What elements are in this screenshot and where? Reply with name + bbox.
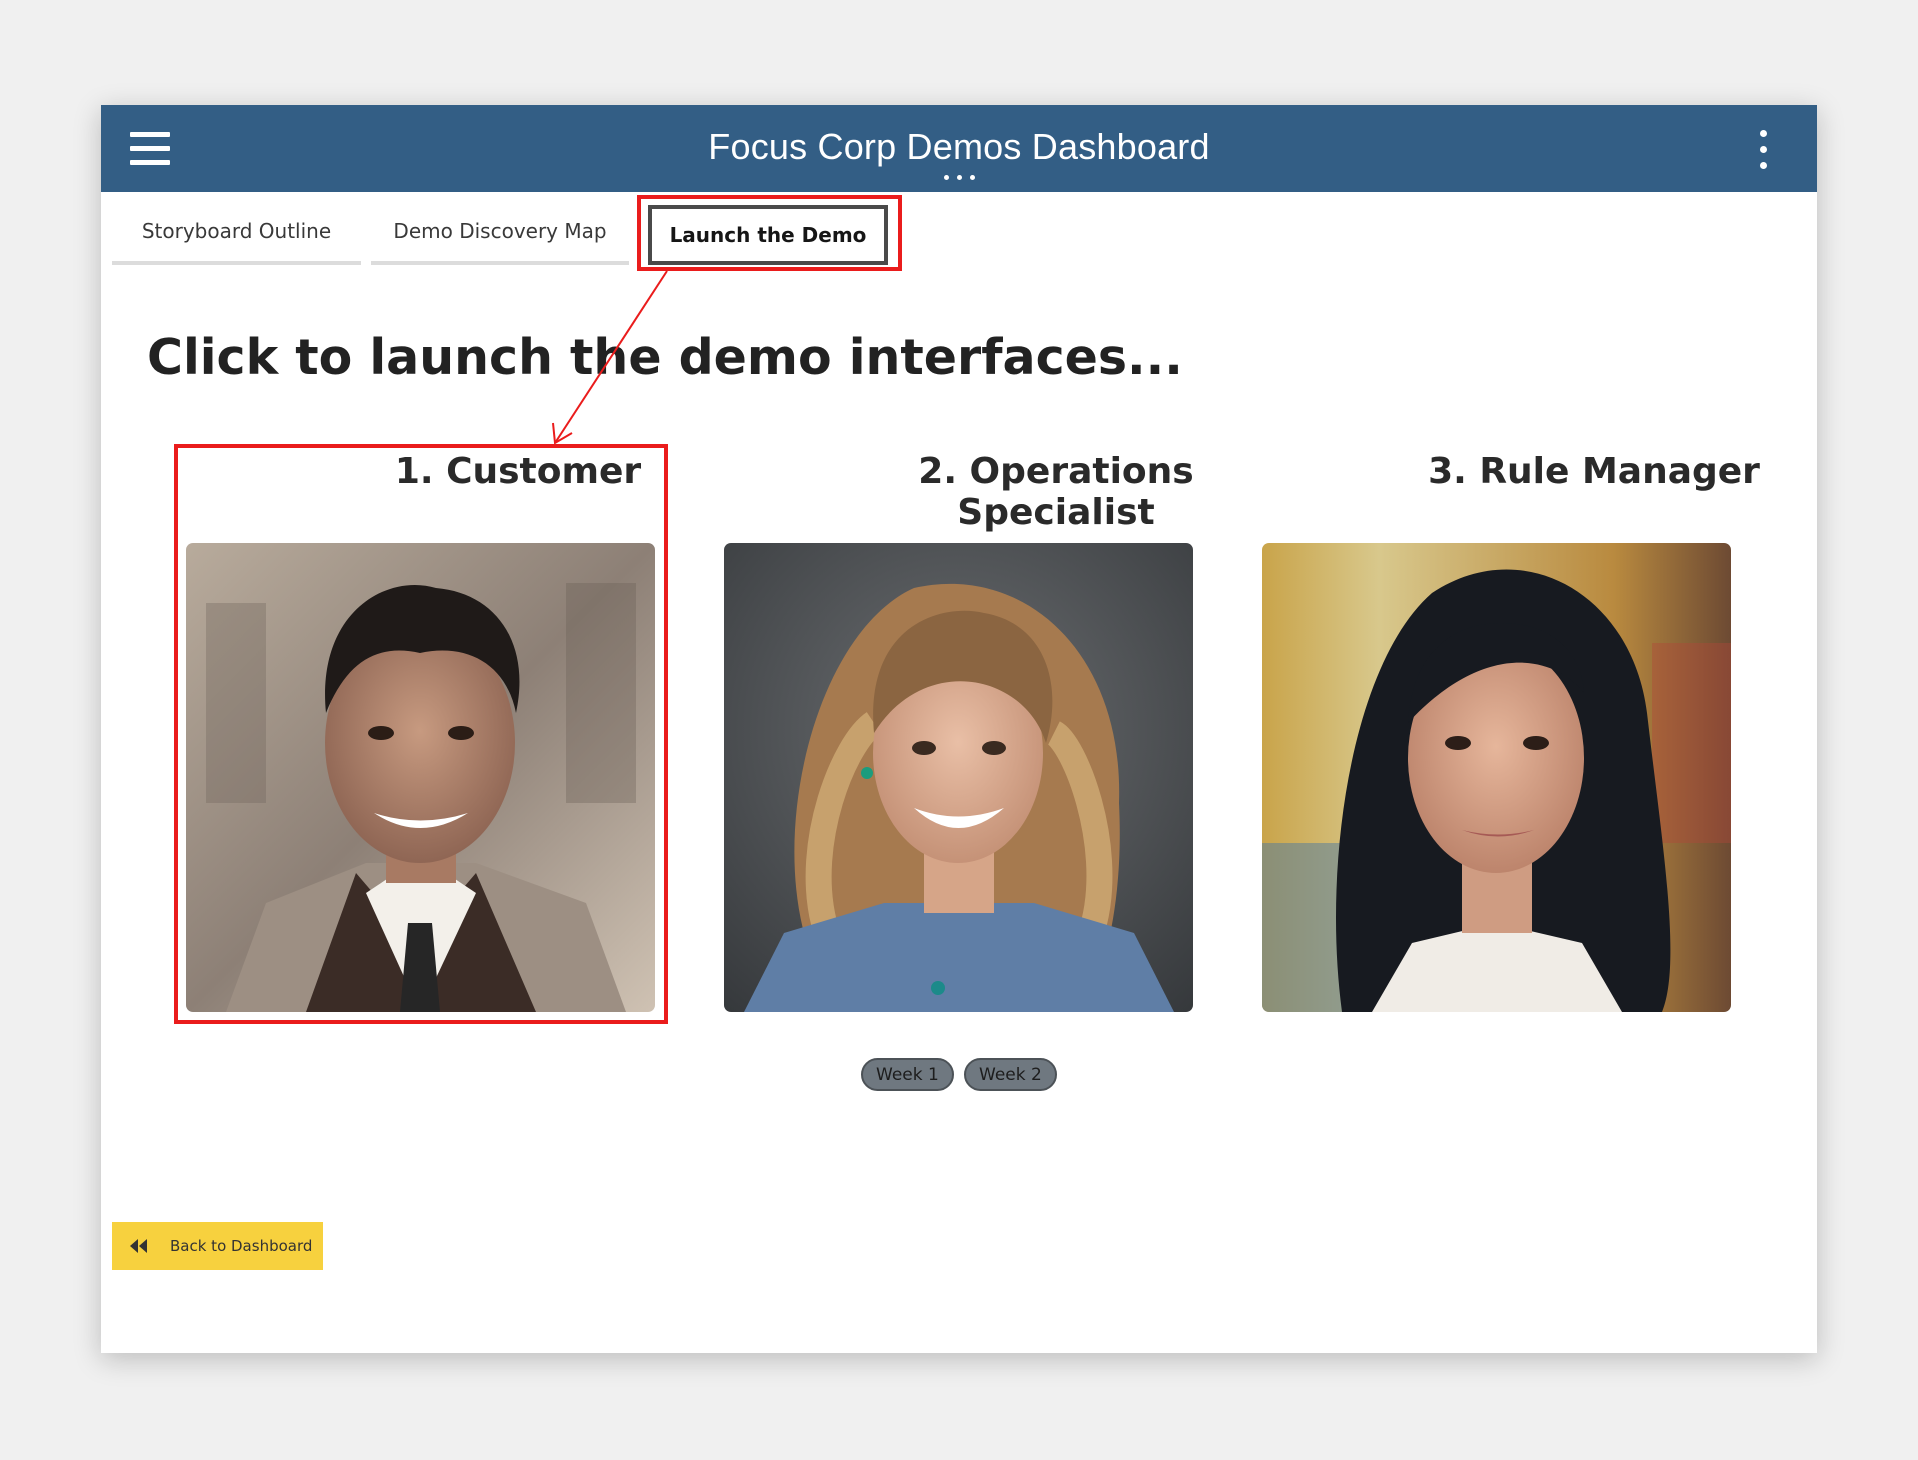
vertical-ellipsis-icon[interactable]: [1755, 130, 1771, 170]
app-header: Focus Corp Demos Dashboard: [101, 105, 1817, 192]
title-dots-icon: [944, 175, 976, 181]
app-title: Focus Corp Demos Dashboard: [708, 126, 1210, 167]
persona-title-rule-manager: 3. Rule Manager: [1428, 451, 1760, 492]
tab-demo-discovery-map[interactable]: Demo Discovery Map: [371, 201, 629, 265]
tab-storyboard-outline[interactable]: Storyboard Outline: [112, 201, 361, 265]
rule-manager-portrait[interactable]: [1262, 543, 1731, 1012]
back-to-dashboard-button[interactable]: Back to Dashboard: [112, 1222, 323, 1270]
customer-portrait[interactable]: [186, 543, 655, 1012]
app-window: Focus Corp Demos Dashboard Storyboard Ou…: [101, 105, 1817, 1353]
chip-week-1[interactable]: Week 1: [861, 1058, 954, 1091]
back-to-dashboard-label: Back to Dashboard: [170, 1237, 313, 1255]
tab-launch-the-demo[interactable]: Launch the Demo: [648, 205, 888, 265]
chip-week-2[interactable]: Week 2: [964, 1058, 1057, 1091]
persona-title-operations-specialist: 2. Operations Specialist: [918, 451, 1194, 533]
rewind-icon: [130, 1239, 147, 1253]
persona-title-customer: 1. Customer: [394, 451, 642, 492]
page-headline: Click to launch the demo interfaces...: [147, 329, 1183, 386]
operations-specialist-portrait[interactable]: [724, 543, 1193, 1012]
